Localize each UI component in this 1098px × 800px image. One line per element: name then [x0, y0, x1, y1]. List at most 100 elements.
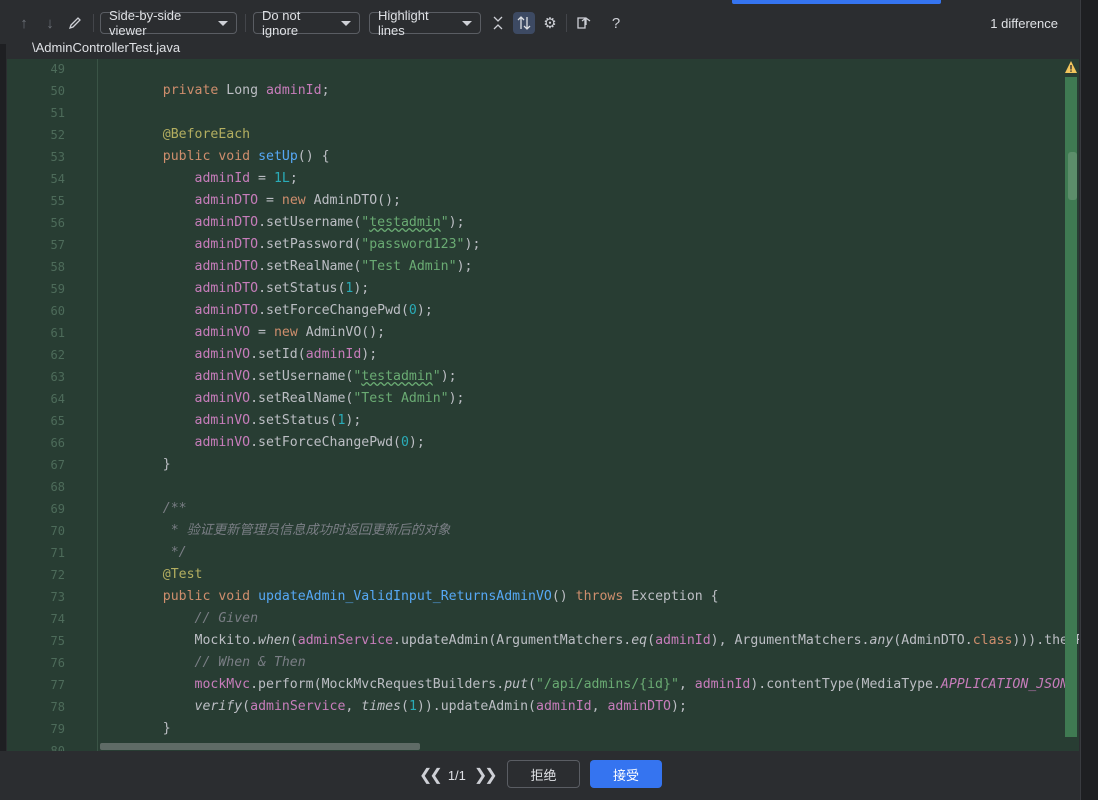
code-line: 60 adminDTO.setForceChangePwd(0); [7, 300, 1067, 322]
code-editor[interactable]: 49 50 private Long adminId; 51 52 @BeforeEa… [7, 59, 1079, 751]
loading-progress-bar [732, 0, 941, 4]
line-number: 54 [50, 172, 65, 186]
line-number: 58 [50, 260, 65, 274]
collapse-unchanged-icon[interactable] [487, 12, 509, 34]
toolbar-separator [566, 14, 567, 32]
vertical-scrollbar[interactable] [1068, 152, 1077, 200]
code-line: 76 // When & Then [7, 652, 1067, 674]
code-text: adminVO.setStatus(1); [194, 413, 362, 428]
code-line: 56 adminDTO.setUsername("testadmin"); [7, 212, 1067, 234]
code-line: 75 Mockito.when(adminService.updateAdmin… [7, 630, 1079, 652]
code-line: 79 } [7, 718, 1067, 740]
code-text: adminDTO.setUsername("testadmin"); [194, 215, 465, 230]
code-text: adminVO.setRealName("Test Admin"); [194, 391, 465, 406]
accept-button[interactable]: 接受 [590, 760, 662, 788]
line-number: 60 [50, 304, 65, 318]
code-text: } [131, 457, 171, 472]
code-line: 71 */ [7, 542, 1067, 564]
code-line: 78 verify(adminService, times(1)).update… [7, 696, 1067, 718]
code-text: @Test [162, 567, 203, 582]
highlight-mode-dropdown[interactable]: Highlight lines [369, 8, 481, 38]
code-line: 49 [7, 59, 1067, 80]
code-line: 50 private Long adminId; [7, 80, 1067, 102]
line-number: 72 [50, 568, 65, 582]
code-text: adminDTO.setPassword("password123"); [194, 237, 481, 252]
line-number: 68 [50, 480, 65, 494]
code-text: * 验证更新管理员信息成功时返回更新后的对象 [131, 523, 451, 538]
line-number: 66 [50, 436, 65, 450]
file-path-title: \AdminControllerTest.java [32, 40, 181, 55]
chevron-down-icon [462, 20, 472, 26]
code-line: 55 adminDTO = new AdminDTO(); [7, 190, 1067, 212]
settings-gear-icon[interactable]: ⚙ [539, 12, 561, 34]
right-panel-edge [1080, 0, 1098, 800]
code-text: adminDTO.setForceChangePwd(0); [194, 303, 433, 318]
code-text: /** [131, 501, 187, 516]
code-line: 68 [7, 476, 1067, 498]
line-number: 56 [50, 216, 65, 230]
code-line: 53 public void setUp() { [7, 146, 1067, 168]
line-number: 75 [50, 634, 65, 648]
code-text: adminVO.setId(adminId); [194, 347, 378, 362]
code-line: 51 [7, 102, 1067, 124]
bottom-action-bar: ❮❮ 1/1 ❯❯ 拒绝 接受 [0, 751, 1080, 800]
viewer-mode-dropdown[interactable]: Side-by-side viewer [100, 8, 237, 38]
warning-icon[interactable] [1064, 60, 1078, 74]
next-difference-icon[interactable]: ↓ [39, 12, 61, 34]
line-number: 53 [50, 150, 65, 164]
code-text: } [131, 721, 171, 736]
code-text: public void setUp() { [162, 149, 330, 164]
code-text: adminDTO.setRealName("Test Admin"); [194, 259, 473, 274]
previous-change-icon[interactable]: ❮❮ [419, 765, 443, 785]
line-number: 80 [50, 744, 65, 751]
viewer-mode-label: Side-by-side viewer [109, 8, 182, 38]
code-line: 77 mockMvc.perform(MockMvcRequestBuilder… [7, 674, 1079, 696]
code-text: verify(adminService, times(1)).updateAdm… [194, 699, 687, 714]
code-line: 73 public void updateAdmin_ValidInput_Re… [7, 586, 1067, 608]
difference-navigator: ❮❮ 1/1 ❯❯ [419, 765, 498, 785]
ignore-label: Do not ignore [262, 8, 301, 38]
line-number: 77 [50, 678, 65, 692]
code-line: 69 /** [7, 498, 1067, 520]
line-number: 63 [50, 370, 65, 384]
code-line: 58 adminDTO.setRealName("Test Admin"); [7, 256, 1067, 278]
edit-source-icon[interactable] [64, 12, 86, 34]
code-text: adminVO = new AdminVO(); [194, 325, 386, 340]
help-icon[interactable]: ? [605, 12, 627, 34]
horizontal-scrollbar[interactable] [100, 743, 420, 750]
line-number: 51 [50, 106, 65, 120]
line-number: 73 [50, 590, 65, 604]
chevron-down-icon [341, 20, 351, 26]
left-panel-edge [0, 0, 6, 800]
code-line: 57 adminDTO.setPassword("password123"); [7, 234, 1067, 256]
line-number: 67 [50, 458, 65, 472]
line-number: 62 [50, 348, 65, 362]
code-line: 54 adminId = 1L; [7, 168, 1067, 190]
sync-scroll-icon[interactable] [513, 12, 535, 34]
diff-toolbar: ↑ ↓ Side-by-side viewer Do not ignore Hi… [0, 0, 1080, 44]
code-text: */ [131, 545, 187, 560]
change-counter: 1/1 [447, 767, 466, 783]
code-text: adminVO.setForceChangePwd(0); [194, 435, 425, 450]
code-line: 62 adminVO.setId(adminId); [7, 344, 1067, 366]
code-text: private Long adminId; [162, 83, 330, 98]
swap-sides-icon[interactable] [573, 12, 595, 34]
code-text: adminId = 1L; [194, 171, 298, 186]
code-text: mockMvc.perform(MockMvcRequestBuilders.p… [194, 677, 1079, 692]
line-number: 69 [50, 502, 65, 516]
code-line: 67 } [7, 454, 1067, 476]
ignore-whitespace-dropdown[interactable]: Do not ignore [253, 8, 360, 38]
reject-button[interactable]: 拒绝 [507, 760, 580, 788]
code-line: 63 adminVO.setUsername("testadmin"); [7, 366, 1067, 388]
code-line: 66 adminVO.setForceChangePwd(0); [7, 432, 1067, 454]
code-text: // When & Then [131, 655, 306, 670]
previous-difference-icon[interactable]: ↑ [13, 12, 35, 34]
toolbar-separator [93, 14, 94, 32]
code-line: 74 // Given [7, 608, 1067, 630]
next-change-icon[interactable]: ❯❯ [474, 765, 498, 785]
line-number: 49 [50, 62, 65, 76]
line-number: 65 [50, 414, 65, 428]
highlight-label: Highlight lines [378, 8, 429, 38]
line-number: 78 [50, 700, 65, 714]
code-text: @BeforeEach [162, 127, 251, 142]
